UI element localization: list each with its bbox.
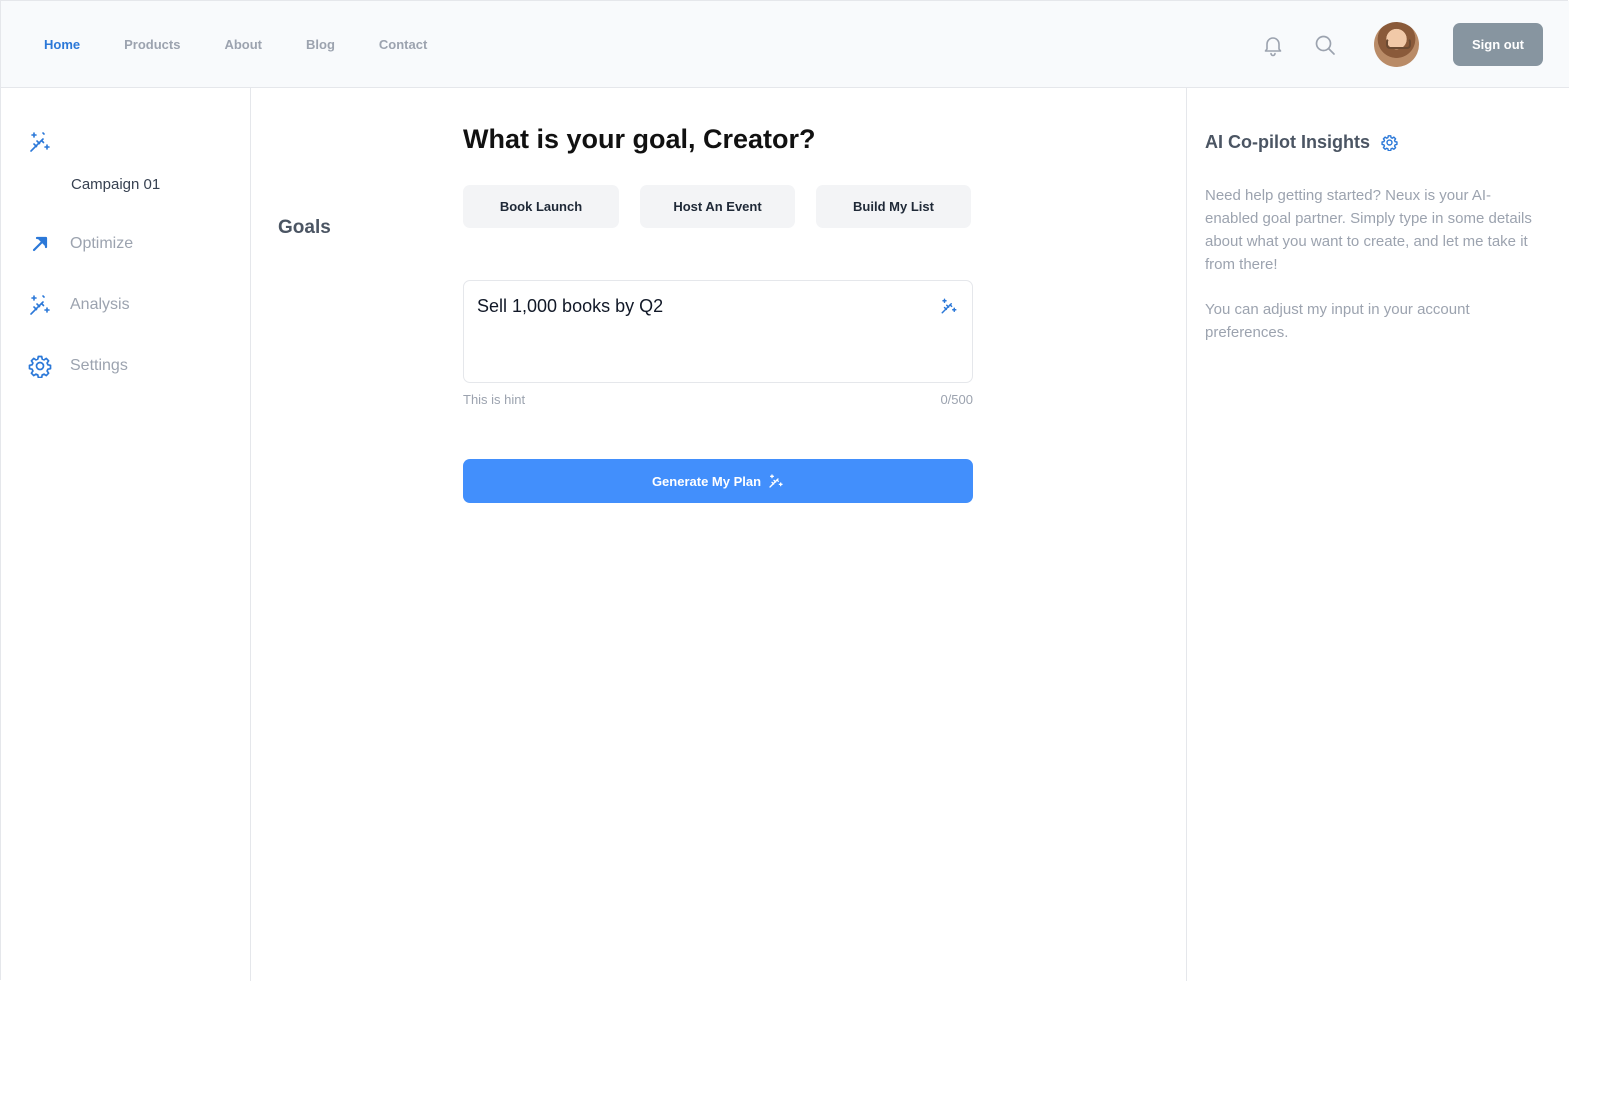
nav-link-products[interactable]: Products [124, 37, 180, 52]
sidebar: Goals Campaign 01 Optimize Analysis Sett… [1, 88, 331, 981]
avatar[interactable] [1374, 22, 1419, 67]
insights-paragraph: Need help getting started? Neux is your … [1205, 187, 1532, 273]
magic-wand-icon[interactable] [940, 297, 958, 315]
sidebar-label-analysis: Analysis [70, 296, 130, 313]
insights-header: AI Co-pilot Insights [1205, 132, 1398, 153]
nav-link-blog[interactable]: Blog [306, 37, 335, 52]
app-frame: Home Products About Blog Contact Sign ou… [0, 0, 1569, 981]
gear-icon [28, 355, 52, 378]
magic-wand-icon [769, 474, 783, 488]
insights-title: AI Co-pilot Insights [1205, 132, 1370, 152]
sidebar-subitem-campaign[interactable]: Campaign 01 [71, 176, 160, 193]
sidebar-label-settings: Settings [70, 357, 128, 374]
top-right-actions: Sign out [1260, 1, 1543, 88]
chip-book-launch[interactable]: Book Launch [463, 185, 619, 228]
sidebar-item-goals[interactable]: Goals [28, 130, 331, 238]
search-icon[interactable] [1312, 32, 1338, 58]
sign-out-button[interactable]: Sign out [1453, 23, 1543, 66]
nav-link-home[interactable]: Home [44, 37, 80, 52]
insights-paragraph: You can adjust my input in your account … [1205, 301, 1470, 341]
magic-wand-icon [30, 295, 50, 315]
input-hint: This is hint [463, 392, 526, 407]
sidebar-item-optimize[interactable]: Optimize [28, 232, 133, 256]
character-counter: 0/500 [940, 392, 973, 407]
nav-link-about[interactable]: About [224, 37, 262, 52]
nav-link-contact[interactable]: Contact [379, 37, 427, 52]
bell-icon[interactable] [1260, 32, 1286, 58]
top-navigation-bar: Home Products About Blog Contact Sign ou… [1, 1, 1569, 88]
goal-input[interactable]: Sell 1,000 books by Q2 [477, 296, 927, 366]
generate-plan-label: Generate My Plan [651, 473, 762, 489]
goal-input-container: Sell 1,000 books by Q2 [463, 280, 973, 383]
chip-build-list[interactable]: Build My List [816, 185, 971, 228]
sidebar-item-settings[interactable]: Settings [28, 354, 128, 378]
magic-wand-icon [30, 132, 50, 152]
arrow-up-right-icon [32, 236, 48, 252]
goal-suggestion-chips: Book Launch Host An Event Build My List [463, 185, 992, 228]
chip-host-event[interactable]: Host An Event [640, 185, 795, 228]
sidebar-label-optimize: Optimize [70, 235, 134, 252]
page-title: What is your goal, Creator? [463, 124, 816, 154]
generate-plan-button[interactable]: Generate My Plan [463, 459, 973, 503]
gear-icon[interactable] [1381, 134, 1398, 151]
sidebar-item-analysis[interactable]: Analysis [28, 293, 130, 317]
main-nav: Home Products About Blog Contact [44, 1, 471, 88]
insights-panel: AI Co-pilot Insights Need help getting s… [1186, 88, 1569, 981]
main-content: What is your goal, Creator? Book Launch … [251, 88, 1186, 981]
